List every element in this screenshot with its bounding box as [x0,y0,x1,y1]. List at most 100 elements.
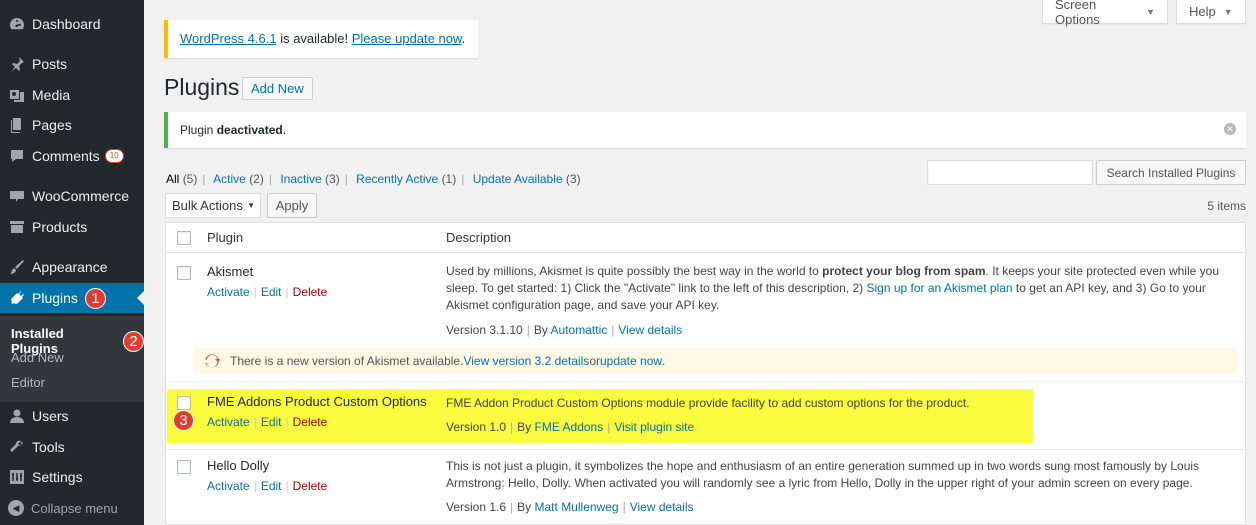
screen-options-button[interactable]: Screen Options ▼ [1042,0,1168,27]
view-details-link[interactable]: View details [630,500,694,514]
help-button[interactable]: Help ▼ [1176,0,1246,24]
table-row: 3 FME Addons Product Custom Options Acti… [166,389,1245,443]
menu-item-posts[interactable]: Posts [0,49,144,79]
add-new-button[interactable]: Add New [242,77,313,100]
plugin-search-input[interactable] [927,160,1093,185]
bulk-actions-select[interactable]: Bulk Actions ▼ [165,193,261,218]
brush-icon [8,259,25,276]
filter-recently-active[interactable]: Recently Active (1) [356,172,456,186]
view-version-details-link[interactable]: View version 3.2 details [463,354,589,368]
update-text-mid: or [589,354,600,368]
plugins-table: Plugin Description Akismet Activate | Edit… [165,222,1246,525]
menu-label: WooCommerce [32,188,129,204]
apply-button[interactable]: Apply [267,193,317,218]
row-checkbox[interactable] [177,460,191,474]
plugin-icon [8,290,25,307]
menu-item-appearance[interactable]: Appearance [0,252,144,282]
view-details-link[interactable]: View details [618,323,682,337]
menu-item-dashboard[interactable]: Dashboard [0,9,144,39]
collapse-menu-button[interactable]: ◀ Collapse menu [8,500,118,516]
row-actions: Activate | Edit | Delete [207,479,328,493]
row-checkbox[interactable] [177,396,191,410]
edit-link[interactable]: Edit [261,415,282,429]
desc-text: Used by millions, Akismet is quite possi… [446,264,823,278]
items-count: 5 items [1207,199,1246,213]
plugins-submenu: Installed Plugins 2 Add New Editor [0,316,144,402]
author-link[interactable]: Matt Mullenweg [535,500,619,514]
visit-plugin-site-link[interactable]: Visit plugin site [614,420,694,434]
author-link[interactable]: Automattic [551,323,608,337]
update-text-end: . [662,354,666,368]
page-title: Plugins [164,74,240,100]
step-marker-2: 2 [123,330,144,352]
step-marker-1: 1 [84,287,106,309]
activate-link[interactable]: Activate [207,415,250,429]
filter-label: Update Available [472,172,563,186]
update-now-link[interactable]: update now [600,354,662,368]
search-installed-plugins-button[interactable]: Search Installed Plugins [1096,160,1246,185]
settings-icon [8,469,25,486]
menu-label: Posts [32,56,68,72]
menu-item-users[interactable]: Users [0,401,144,431]
menu-item-media[interactable]: Media [0,80,144,110]
main-content: Screen Options ▼ Help ▼ WordPress 4.6.1 … [144,0,1256,525]
select-all-checkbox[interactable] [177,231,191,245]
delete-link[interactable]: Delete [293,285,328,299]
by-label: By [517,500,535,514]
help-label: Help [1189,4,1216,19]
notice-bold: deactivated [216,123,283,137]
caret-down-icon: ▼ [1146,6,1155,17]
table-header: Plugin Description [166,223,1245,253]
filter-inactive[interactable]: Inactive (3) [280,172,339,186]
filter-label: Inactive [280,172,322,186]
plugin-name: Hello Dolly [207,458,270,473]
delete-link[interactable]: Delete [293,415,328,429]
menu-label: Tools [32,439,65,455]
filter-active[interactable]: Active (2) [213,172,264,186]
row-actions: Activate | Edit | Delete [207,285,328,299]
signup-akismet-link[interactable]: Sign up for an Akismet plan [867,281,1013,295]
admin-sidebar: Dashboard Posts Media Pages Comments 10 … [0,0,144,525]
plugin-meta: Version 1.0 | By FME Addons | Visit plugin s… [446,420,695,434]
comment-count-badge: 10 [104,149,124,163]
plugin-status-filters: All (5) | Active (2) | Inactive (3) | Recen… [166,172,581,186]
nag-text: is available! [276,31,352,46]
wrench-icon [8,439,25,456]
menu-item-tools[interactable]: Tools [0,432,144,462]
active-arrow [137,291,144,305]
update-now-link[interactable]: Please update now [352,31,462,46]
activate-link[interactable]: Activate [207,285,250,299]
delete-link[interactable]: Delete [293,479,328,493]
plugin-description: Used by millions, Akismet is quite possi… [446,263,1238,314]
author-link[interactable]: FME Addons [535,420,604,434]
filter-count: (2) [249,172,264,186]
bulk-actions-value: Bulk Actions [172,198,243,213]
edit-link[interactable]: Edit [261,479,282,493]
notice-suffix: . [282,123,287,137]
menu-item-products[interactable]: Products [0,212,144,242]
dismiss-icon[interactable]: ✕ [1224,123,1236,135]
archive-icon [8,219,25,236]
deactivated-notice: Plugin deactivated. ✕ [164,112,1246,148]
menu-item-settings[interactable]: Settings [0,462,144,492]
row-checkbox[interactable] [177,266,191,280]
row-actions: Activate | Edit | Delete [207,415,328,429]
activate-link[interactable]: Activate [207,479,250,493]
menu-item-woocommerce[interactable]: WooCommerce [0,181,144,211]
menu-label: Appearance [32,259,108,275]
submenu-add-new[interactable]: Add New [11,350,64,365]
edit-link[interactable]: Edit [261,285,282,299]
comment-icon [8,148,25,165]
filter-all[interactable]: All (5) [166,172,197,186]
menu-item-plugins[interactable]: Plugins 1 [0,283,144,313]
filter-count: (3) [325,172,340,186]
menu-item-pages[interactable]: Pages [0,110,144,140]
filter-update-available[interactable]: Update Available (3) [473,172,581,186]
filter-count: (1) [441,172,457,186]
media-icon [8,87,25,104]
column-plugin[interactable]: Plugin [207,230,243,245]
submenu-editor[interactable]: Editor [11,375,45,390]
menu-item-comments[interactable]: Comments 10 [0,141,144,171]
wordpress-version-link[interactable]: WordPress 4.6.1 [180,31,277,46]
dashboard-icon [8,16,25,33]
